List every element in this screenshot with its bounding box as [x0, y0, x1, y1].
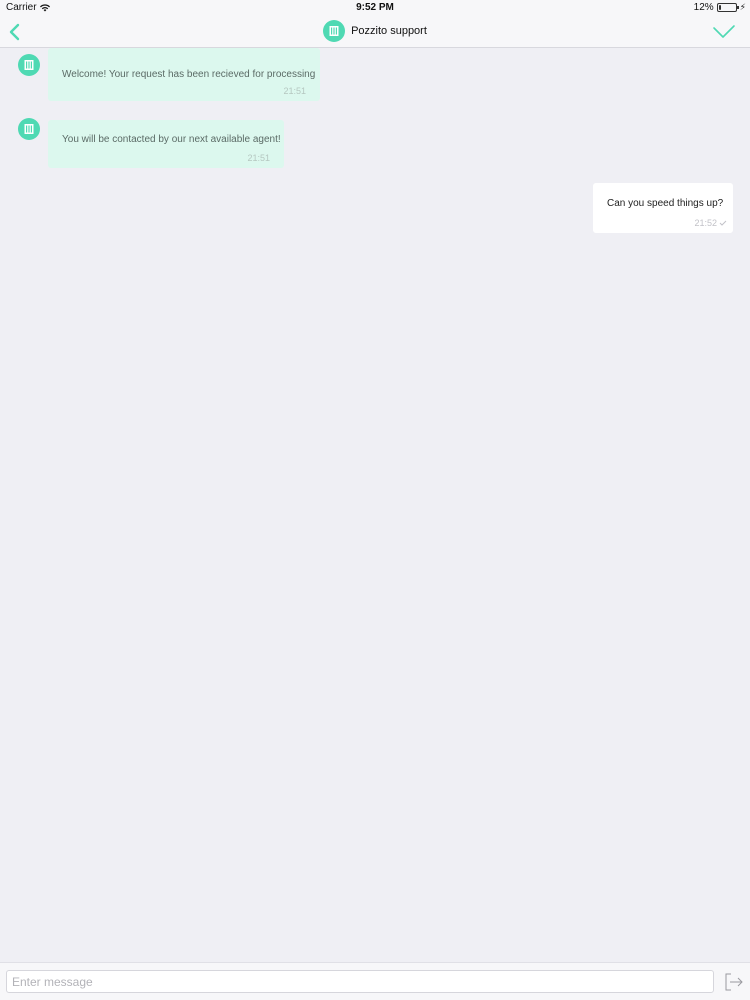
building-icon [329, 26, 339, 36]
message-input[interactable] [6, 970, 714, 993]
message-meta: 21:52 [694, 218, 727, 228]
message-time: 21:52 [694, 218, 717, 228]
sent-check-icon [719, 220, 727, 226]
battery-level [718, 5, 721, 10]
message-time: 21:51 [283, 86, 306, 96]
message-text: You will be contacted by our next availa… [62, 134, 281, 145]
done-button[interactable] [712, 22, 736, 42]
charging-icon: ⚡ [739, 2, 746, 12]
clock: 9:52 PM [356, 2, 394, 13]
chat-header: Pozzito support [0, 20, 750, 42]
agent-avatar [18, 118, 40, 140]
agent-avatar [18, 54, 40, 76]
message-time: 21:51 [247, 153, 270, 163]
message-bubble: Welcome! Your request has been recieved … [48, 48, 320, 101]
message-text: Welcome! Your request has been recieved … [62, 69, 316, 80]
navigation-bar: Pozzito support [0, 16, 750, 48]
checkmark-icon [713, 25, 735, 38]
battery-info: 12% ⚡ [694, 2, 746, 13]
message-text: Can you speed things up? [607, 198, 724, 209]
message-bubble-outgoing: Can you speed things up? 21:52 [593, 183, 733, 233]
support-avatar [323, 20, 346, 42]
status-bar: Carrier 9:52 PM 12% ⚡ [0, 0, 750, 16]
message-bubble: You will be contacted by our next availa… [48, 120, 284, 168]
battery-icon [716, 3, 739, 12]
building-icon [24, 124, 34, 134]
building-icon [24, 60, 34, 70]
battery-percent: 12% [693, 2, 714, 13]
send-button[interactable] [724, 972, 744, 992]
send-icon [725, 973, 743, 991]
page-title: Pozzito support [351, 25, 427, 37]
message-composer [0, 962, 750, 1000]
